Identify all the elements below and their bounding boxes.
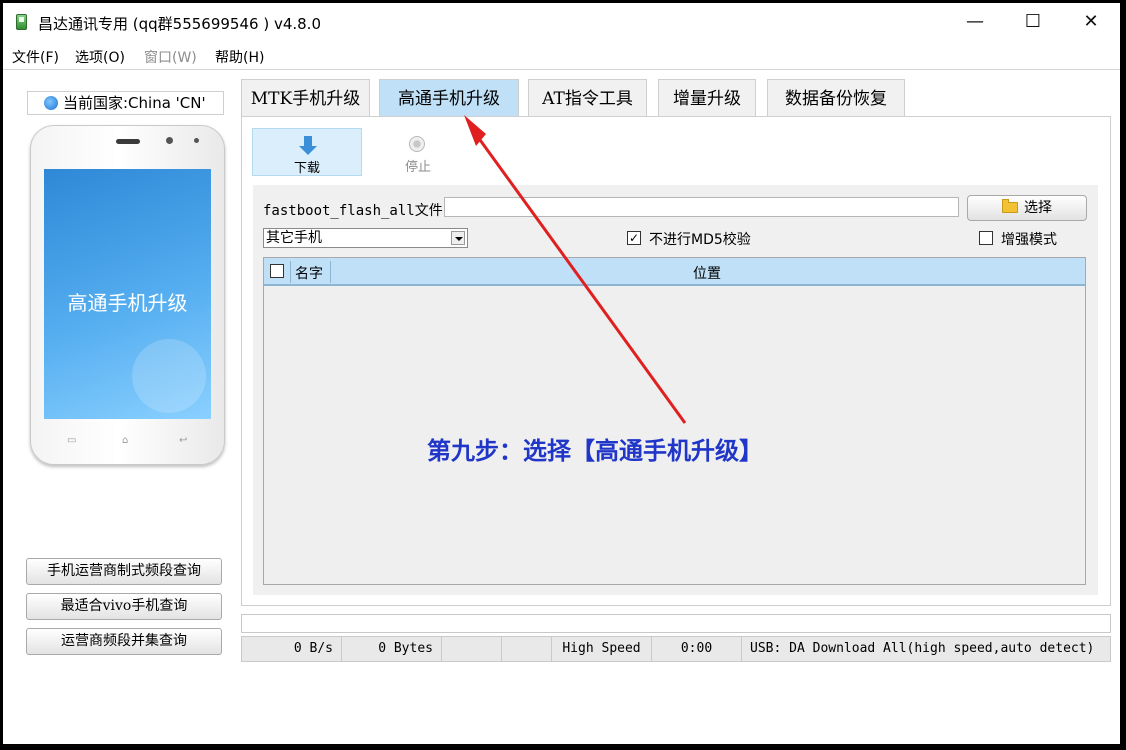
status-time: 0:00 xyxy=(652,637,742,661)
progress-bar xyxy=(241,614,1111,633)
status-bytes: 0 Bytes xyxy=(342,637,442,661)
status-speed: 0 B/s xyxy=(242,637,342,661)
status-blank-2 xyxy=(502,637,552,661)
app-window: 昌达通讯专用 (qq群555699546 ) v4.8.0 — ☐ ✕ 文件(F… xyxy=(3,3,1120,744)
arrow-shaft xyxy=(473,132,687,424)
status-mode: High Speed xyxy=(552,637,652,661)
status-blank-1 xyxy=(442,637,502,661)
status-usb: USB: DA Download All(high speed,auto det… xyxy=(750,641,1095,656)
status-bar: 0 B/s 0 Bytes High Speed 0:00 USB: DA Do… xyxy=(241,636,1111,662)
step-annotation: 第九步：选择【高通手机升级】 xyxy=(427,437,763,465)
